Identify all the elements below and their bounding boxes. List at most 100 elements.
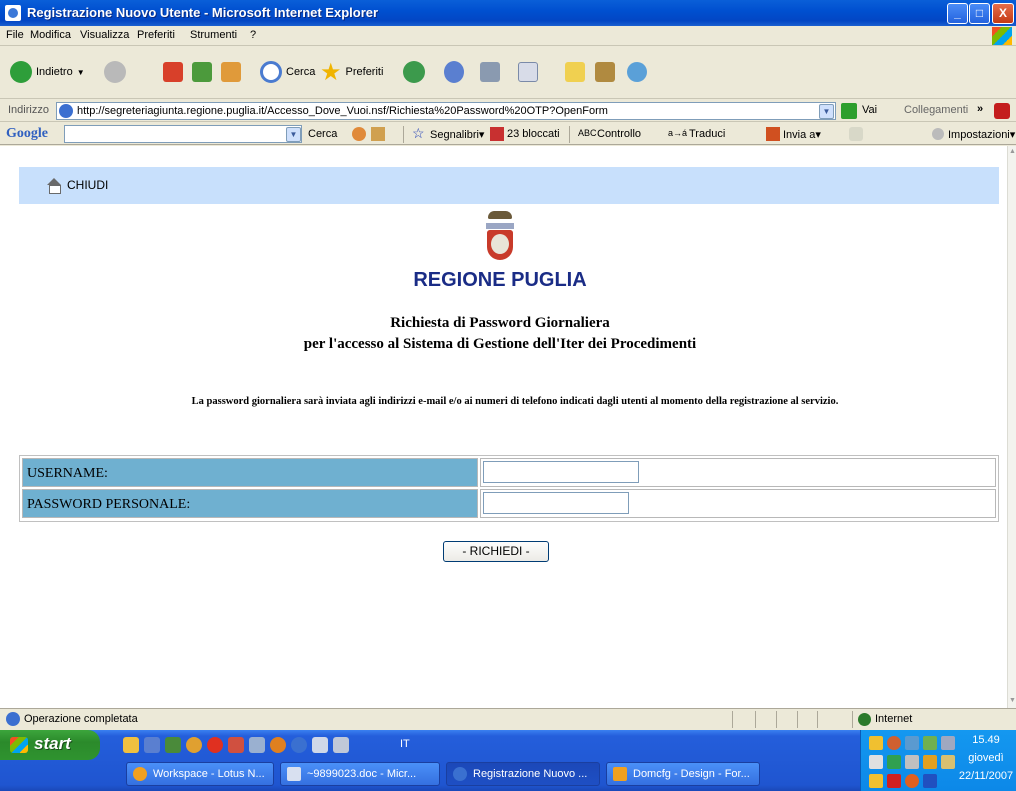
search-button[interactable]: Cerca — [260, 55, 315, 89]
password-label-cell: PASSWORD PERSONALE: — [22, 489, 478, 518]
go-button[interactable]: Vai — [862, 104, 877, 116]
clock-day[interactable]: giovedì — [956, 752, 1016, 764]
scroll-down-icon[interactable]: ▼ — [1009, 697, 1016, 706]
menu-modifica[interactable]: Modifica — [30, 29, 71, 41]
close-link[interactable]: CHIUDI — [67, 178, 108, 192]
start-label: start — [34, 734, 71, 753]
tray-sync-icon[interactable] — [923, 736, 937, 750]
home-icon[interactable] — [46, 178, 62, 194]
blocked-count[interactable]: 23 bloccati — [507, 128, 560, 140]
pencil-icon[interactable] — [849, 127, 863, 141]
vertical-scrollbar[interactable]: ▲ ▼ — [1007, 146, 1016, 708]
task-word-doc[interactable]: ~9899023.doc - Micr... — [280, 762, 440, 786]
tray-keyboard-icon[interactable] — [905, 755, 919, 769]
research-button[interactable] — [595, 55, 615, 89]
task-label: Registrazione Nuovo ... — [473, 768, 588, 780]
send-to-button[interactable]: Invia a▾ — [783, 128, 821, 141]
tray-play-icon[interactable] — [923, 774, 937, 788]
quicklaunch-app3-icon[interactable] — [270, 737, 286, 753]
quicklaunch-word-icon[interactable] — [144, 737, 160, 753]
clock-date[interactable]: 22/11/2007 — [956, 770, 1016, 782]
google-dropdown-icon[interactable]: ▼ — [286, 127, 301, 142]
tray-app-icon[interactable] — [887, 736, 901, 750]
language-indicator[interactable]: IT — [400, 738, 410, 750]
links-label[interactable]: Collegamenti — [904, 104, 968, 116]
tray-network-icon[interactable] — [905, 736, 919, 750]
minimize-button[interactable]: _ — [947, 3, 968, 24]
windows-flag-icon — [10, 737, 28, 753]
close-window-button[interactable]: X — [992, 3, 1014, 24]
start-button[interactable]: start — [0, 730, 100, 760]
tray-number-icon[interactable] — [887, 755, 901, 769]
quicklaunch-ie-icon[interactable] — [291, 737, 307, 753]
folder-button[interactable] — [565, 55, 585, 89]
task-ie-registration[interactable]: Registrazione Nuovo ... — [446, 762, 600, 786]
menu-file[interactable]: File — [6, 29, 24, 41]
taskbar: start IT Workspace - Lotus N... ~9899023… — [0, 730, 1016, 791]
quicklaunch-explorer-icon[interactable] — [123, 737, 139, 753]
menu-help[interactable]: ? — [250, 29, 256, 41]
maximize-button[interactable]: □ — [969, 3, 990, 24]
acrobat-icon[interactable] — [994, 103, 1010, 119]
links-more-icon[interactable]: » — [977, 103, 983, 115]
submit-button[interactable]: - RICHIEDI - — [443, 541, 549, 562]
google-search-button[interactable]: Cerca — [308, 128, 337, 140]
spellcheck-button[interactable]: Controllo — [597, 128, 641, 140]
google-pagerank-icon[interactable] — [371, 127, 385, 141]
google-news-icon[interactable] — [352, 127, 366, 141]
tray-antivirus-icon[interactable] — [869, 774, 883, 788]
translate-icon: a→á — [668, 128, 688, 138]
tray-pencil-icon[interactable] — [923, 755, 937, 769]
mail-button[interactable] — [444, 55, 464, 89]
tray-download-icon[interactable] — [941, 736, 955, 750]
quicklaunch-notes-icon[interactable] — [186, 737, 202, 753]
favorites-button[interactable]: ★ Preferiti — [320, 55, 383, 89]
messenger-button[interactable] — [627, 55, 647, 89]
password-field[interactable] — [483, 492, 629, 514]
print-button[interactable] — [480, 55, 500, 89]
notice-text: La password giornaliera sarà inviata agl… — [191, 396, 839, 407]
edit-button[interactable] — [518, 55, 538, 89]
clock-time[interactable]: 15.49 — [956, 734, 1016, 746]
tray-shield-icon[interactable] — [869, 736, 883, 750]
quicklaunch-desktop-icon[interactable] — [333, 737, 349, 753]
menu-preferiti[interactable]: Preferiti — [137, 29, 175, 41]
tray-speaker-icon[interactable] — [905, 774, 919, 788]
windows-logo-icon — [992, 27, 1012, 45]
refresh-button[interactable] — [192, 55, 212, 89]
region-title: REGIONE PUGLIA — [413, 269, 587, 291]
scroll-up-icon[interactable]: ▲ — [1009, 148, 1016, 157]
username-field[interactable] — [483, 461, 639, 483]
menu-bar: File Modifica Visualizza Preferiti Strum… — [0, 26, 1016, 46]
bookmarks-button[interactable]: Segnalibri▾ — [430, 128, 484, 141]
quicklaunch-app-icon[interactable] — [228, 737, 244, 753]
quicklaunch-player-icon[interactable] — [207, 737, 223, 753]
menu-visualizza[interactable]: Visualizza — [80, 29, 129, 41]
quicklaunch-app4-icon[interactable] — [312, 737, 328, 753]
stop-button[interactable] — [163, 55, 183, 89]
translate-button[interactable]: Traduci — [689, 128, 725, 140]
google-toolbar: Google ▼ Cerca ☆ Segnalibri▾ 23 bloccati… — [0, 123, 1016, 145]
address-input[interactable]: http://segreteriagiunta.regione.puglia.i… — [56, 102, 836, 120]
task-lotus-notes[interactable]: Workspace - Lotus N... — [126, 762, 274, 786]
menu-strumenti[interactable]: Strumenti — [190, 29, 237, 41]
tray-acrobat-icon[interactable] — [887, 774, 901, 788]
send-to-icon — [766, 127, 780, 141]
quicklaunch-app2-icon[interactable] — [249, 737, 265, 753]
back-button[interactable]: Indietro ▼ — [10, 55, 85, 89]
designer-icon — [613, 767, 627, 781]
home-button[interactable] — [221, 55, 241, 89]
tray-notes-icon[interactable] — [941, 755, 955, 769]
quicklaunch-excel-icon[interactable] — [165, 737, 181, 753]
address-dropdown-icon[interactable]: ▼ — [819, 104, 834, 119]
forward-button[interactable] — [104, 55, 126, 89]
google-search-input[interactable]: ▼ — [64, 125, 302, 143]
stop-icon — [163, 62, 183, 82]
go-icon[interactable] — [841, 103, 857, 119]
popup-blocker-icon — [490, 127, 504, 141]
task-domcfg-design[interactable]: Domcfg - Design - For... — [606, 762, 760, 786]
settings-button[interactable]: Impostazioni▾ — [948, 128, 1015, 141]
google-logo[interactable]: Google — [6, 126, 48, 142]
tray-ime-icon[interactable] — [869, 755, 883, 769]
history-button[interactable] — [403, 55, 425, 89]
